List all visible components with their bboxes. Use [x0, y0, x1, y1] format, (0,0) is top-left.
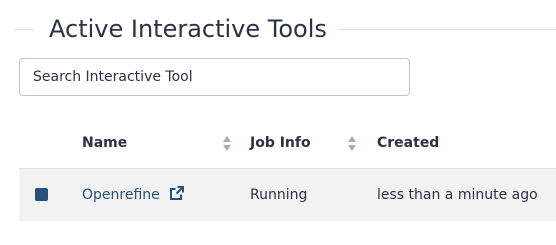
page-header: Active Interactive Tools: [0, 0, 556, 60]
job-info-status: Running: [250, 187, 308, 203]
column-header-created[interactable]: Created: [377, 134, 439, 152]
external-link-icon[interactable]: [169, 185, 185, 201]
sort-icon[interactable]: [222, 135, 232, 152]
page-title: Active Interactive Tools: [49, 15, 327, 43]
heading-rule-left: [14, 29, 34, 30]
tool-name-link[interactable]: Openrefine: [82, 185, 160, 205]
sort-icon[interactable]: [347, 135, 357, 152]
column-header-job-info[interactable]: Job Info: [250, 134, 311, 152]
table-header-row: Name Job Info Created: [19, 121, 556, 169]
created-time: less than a minute ago: [377, 187, 538, 203]
interactive-tools-table: Name Job Info Created Openrefine Running…: [19, 121, 556, 221]
table-row: Openrefine Running less than a minute ag…: [19, 169, 556, 221]
checkbox-icon[interactable]: [35, 188, 48, 201]
heading-rule-right: [338, 29, 556, 30]
column-header-name[interactable]: Name: [82, 134, 127, 152]
search-input[interactable]: [19, 58, 410, 96]
